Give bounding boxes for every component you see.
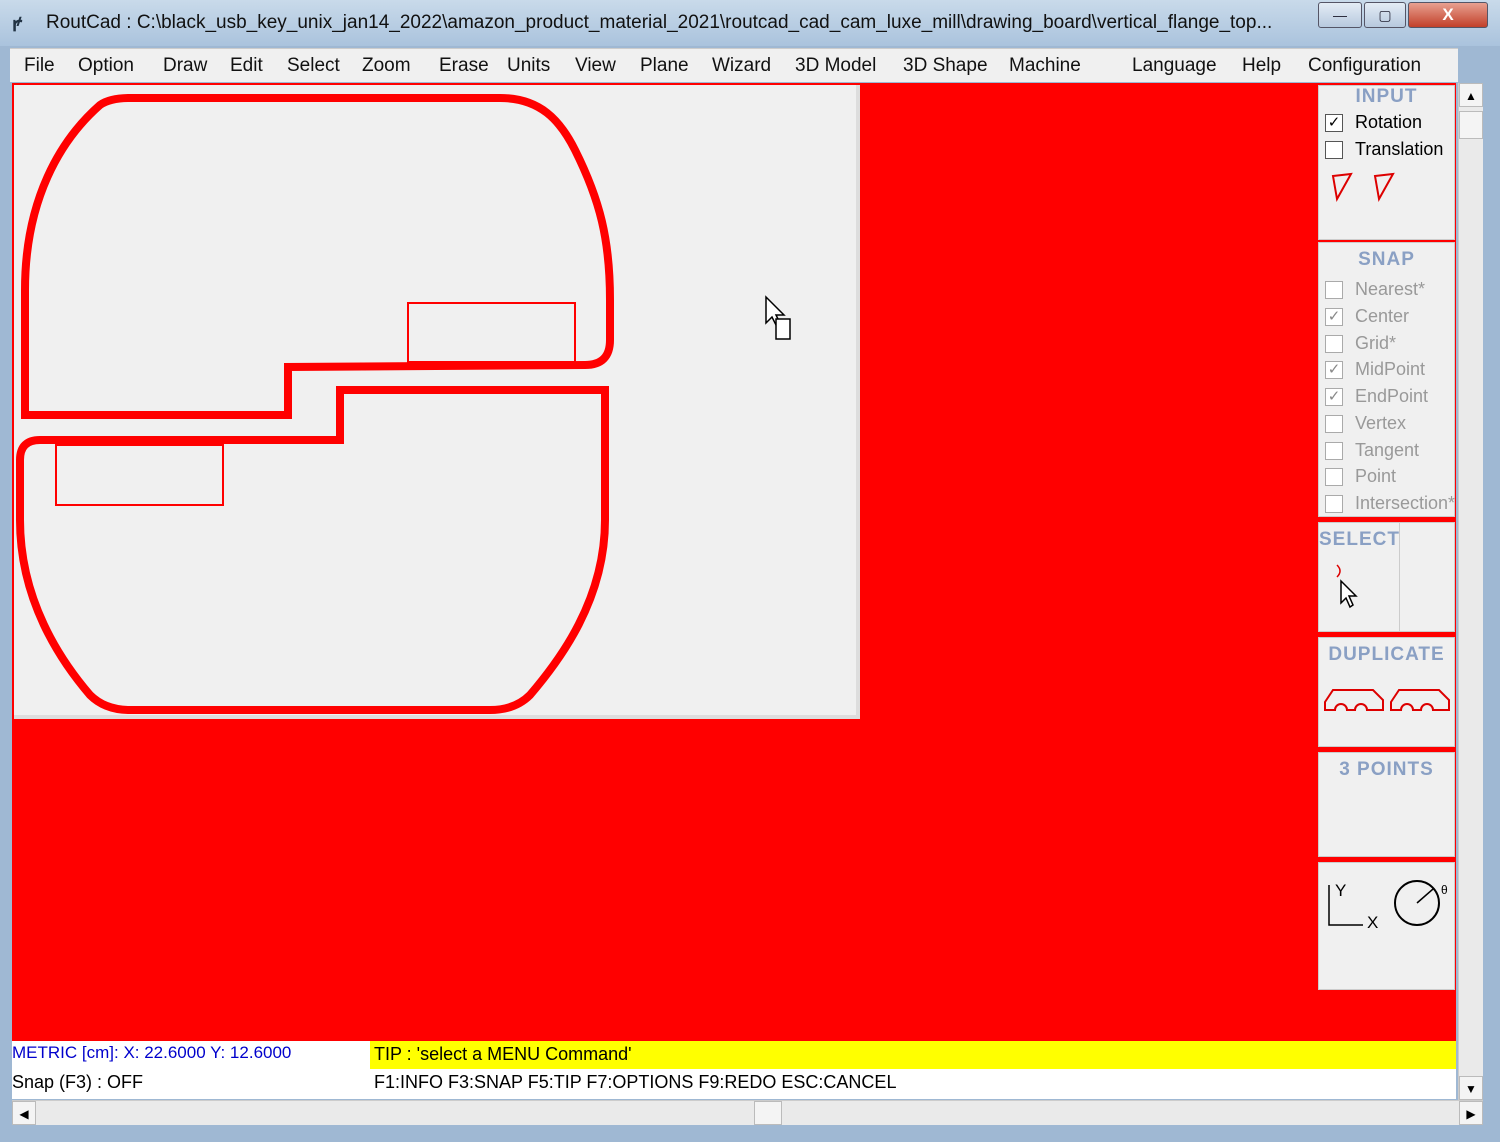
shortcut-keys: F1:INFO F3:SNAP F5:TIP F7:OPTIONS F9:RED…	[374, 1072, 897, 1092]
translation-checkbox[interactable]: Translation	[1325, 139, 1443, 160]
snap-tangent[interactable]: Tangent	[1325, 440, 1419, 461]
duplicate-panel: DUPLICATE	[1318, 637, 1455, 747]
snap-grid[interactable]: Grid*	[1325, 333, 1396, 354]
theta-label: θ	[1441, 883, 1448, 897]
input-panel: INPUT ✓ Rotation Translation	[1318, 85, 1455, 240]
lower-flange-outline	[16, 386, 609, 714]
scroll-down-button[interactable]: ▼	[1459, 1076, 1483, 1100]
duplicate-title: DUPLICATE	[1328, 644, 1445, 665]
drawing-shapes	[16, 94, 791, 714]
vertical-scroll-thumb[interactable]	[1459, 111, 1483, 139]
select-panel: SELECT	[1318, 522, 1455, 632]
rotate-icon	[1331, 172, 1353, 202]
scroll-right-button[interactable]: ▶	[1459, 1101, 1483, 1125]
select-title: SELECT	[1319, 529, 1400, 550]
snap-vertex[interactable]: Vertex	[1325, 413, 1406, 434]
tip-text: TIP : 'select a MENU Command'	[374, 1044, 632, 1064]
y-axis-label: Y	[1335, 881, 1347, 900]
rotation-check[interactable]: ✓	[1325, 113, 1343, 132]
input-title: INPUT	[1355, 86, 1418, 107]
rotate-copy-icon	[1373, 172, 1395, 202]
axes-panel: Y X θ	[1318, 862, 1455, 990]
status-bar: METRIC [cm]: X: 22.6000 Y: 12.6000 Snap …	[12, 1041, 1456, 1099]
scroll-left-button[interactable]: ◀	[12, 1101, 36, 1125]
rotate-tool-icons[interactable]	[1329, 171, 1439, 221]
snap-point[interactable]: Point	[1325, 466, 1396, 487]
coordinates-readout: METRIC [cm]: X: 22.6000 Y: 12.6000	[12, 1043, 292, 1062]
rotation-checkbox[interactable]: ✓ Rotation	[1325, 112, 1422, 133]
snap-nearest[interactable]: Nearest*	[1325, 279, 1425, 300]
horizontal-scrollbar[interactable]: ◀ ▶	[12, 1100, 1483, 1125]
snap-status: Snap (F3) : OFF	[12, 1072, 144, 1092]
rotation-label: Rotation	[1355, 112, 1423, 132]
select-tool-icon[interactable]	[1333, 563, 1373, 623]
x-axis-label: X	[1367, 913, 1379, 932]
snap-endpoint[interactable]: ✓ EndPoint	[1325, 386, 1428, 407]
snap-center[interactable]: ✓ Center	[1325, 306, 1409, 327]
upper-pocket-rect	[407, 302, 576, 363]
mouse-cursor-icon	[765, 295, 791, 340]
upper-flange-outline	[21, 94, 614, 419]
vertical-scrollbar[interactable]: ▲ ▼	[1458, 83, 1483, 1100]
horizontal-scroll-thumb[interactable]	[754, 1101, 782, 1125]
snap-intersection[interactable]: Intersection*	[1325, 493, 1455, 514]
three-points-panel: 3 POINTS	[1318, 752, 1455, 857]
tip-bar: TIP : 'select a MENU Command'	[370, 1041, 1456, 1069]
duplicate-tool-icon[interactable]	[1323, 686, 1455, 720]
snap-title: SNAP	[1358, 249, 1415, 270]
three-points-title[interactable]: 3 POINTS	[1319, 759, 1454, 781]
snap-panel: SNAP Nearest* ✓ Center Grid* ✓ MidPoint ✓ E…	[1318, 242, 1455, 517]
translation-label: Translation	[1355, 139, 1444, 159]
lower-pocket-rect	[55, 444, 224, 506]
translation-check[interactable]	[1325, 140, 1343, 159]
scroll-up-button[interactable]: ▲	[1459, 83, 1483, 107]
snap-midpoint[interactable]: ✓ MidPoint	[1325, 359, 1425, 380]
